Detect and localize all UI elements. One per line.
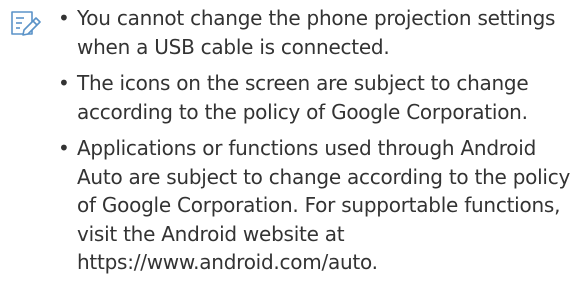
bullet: •	[58, 71, 70, 95]
note-item: • You cannot change the phone projection…	[58, 4, 584, 61]
bullet: •	[58, 6, 70, 30]
note-text: The icons on the screen are subject to c…	[77, 71, 529, 124]
note-item: • Applications or functions used through…	[58, 134, 584, 277]
note-list: • You cannot change the phone projection…	[58, 4, 584, 285]
note-icon	[11, 11, 41, 36]
note-item: • The icons on the screen are subject to…	[58, 69, 584, 126]
note-text: Applications or functions used through A…	[77, 136, 571, 274]
note-text: You cannot change the phone projection s…	[77, 6, 556, 59]
bullet: •	[58, 136, 70, 160]
